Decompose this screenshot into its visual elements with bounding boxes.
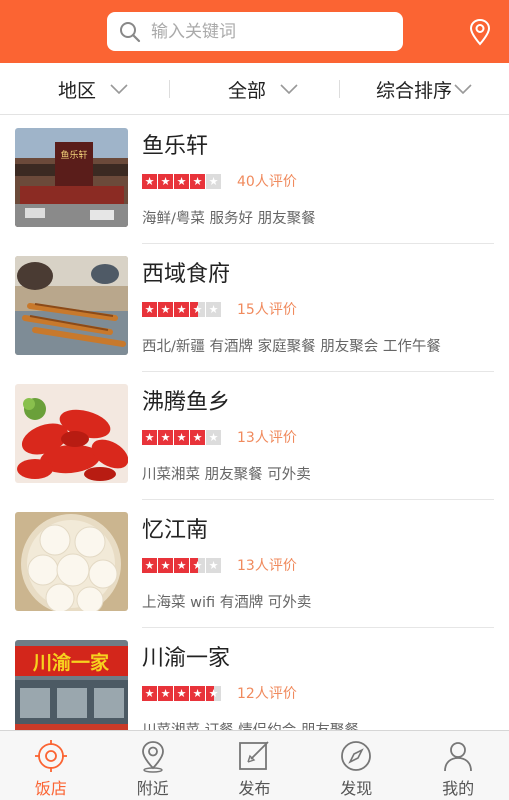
restaurant-tags: 海鲜/粤菜 服务好 朋友聚餐 bbox=[142, 211, 316, 227]
restaurant-tags: 上海菜 wifi 有酒牌 可外卖 bbox=[142, 595, 312, 611]
discover-compass-icon bbox=[341, 741, 372, 771]
filter-bar: 地区 全部 综合排序 bbox=[0, 63, 509, 115]
nav-label: 发现 bbox=[340, 779, 373, 798]
star-icon: ★ bbox=[174, 430, 189, 445]
restaurant-thumbnail: 川渝一家 bbox=[15, 640, 128, 730]
review-count: 12人评价 bbox=[237, 686, 297, 702]
restaurant-item[interactable]: 忆江南 ★ ★ ★ ★ ★ 13人评价 上海菜 wifi 有酒牌 可外卖 bbox=[0, 500, 509, 628]
search-input[interactable] bbox=[151, 12, 391, 51]
star-icon: ★ bbox=[206, 302, 221, 317]
search-icon bbox=[120, 22, 141, 43]
star-rating: ★ ★ ★ ★ ★ bbox=[142, 174, 221, 189]
bottom-nav: 饭店 附近 发布 发现 我的 bbox=[0, 730, 509, 800]
star-icon: ★ bbox=[206, 558, 221, 573]
shop-sign-text: 川渝一家 bbox=[32, 651, 110, 674]
star-icon: ★ bbox=[158, 174, 173, 189]
restaurant-tags: 川菜湘菜 朋友聚餐 可外卖 bbox=[142, 467, 311, 483]
chevron-down-icon bbox=[280, 84, 298, 94]
star-rating: ★ ★ ★ ★ ★ bbox=[142, 686, 221, 701]
divider bbox=[169, 80, 170, 98]
star-rating: ★ ★ ★ ★ ★ bbox=[142, 302, 221, 317]
star-icon: ★ bbox=[158, 302, 173, 317]
restaurant-thumbnail bbox=[15, 384, 128, 483]
filter-sort-label: 综合排序 bbox=[376, 79, 453, 102]
restaurant-item[interactable]: 西域食府 ★ ★ ★ ★ ★ 15人评价 西北/新疆 有酒牌 家庭聚餐 朋友聚会 工作午… bbox=[0, 244, 509, 372]
review-count: 15人评价 bbox=[237, 302, 297, 318]
restaurant-thumbnail bbox=[15, 256, 128, 355]
star-icon: ★ bbox=[190, 174, 205, 189]
star-icon: ★ bbox=[190, 558, 205, 573]
restaurant-name: 鱼乐轩 bbox=[142, 134, 209, 159]
nav-label: 发布 bbox=[238, 779, 271, 798]
review-count: 40人评价 bbox=[237, 174, 297, 190]
star-icon: ★ bbox=[174, 558, 189, 573]
restaurant-item[interactable]: 沸腾鱼乡 ★ ★ ★ ★ ★ 13人评价 川菜湘菜 朋友聚餐 可外卖 bbox=[0, 372, 509, 500]
star-icon: ★ bbox=[158, 686, 173, 701]
star-icon: ★ bbox=[142, 686, 157, 701]
restaurant-thumbnail: 鱼乐轩 bbox=[15, 128, 128, 227]
location-pin-icon[interactable] bbox=[468, 18, 492, 46]
restaurant-item[interactable]: 川渝一家 川渝一家 ★★★★★ 12人评价 川菜湘菜 订餐 情侣约会 朋友聚餐 bbox=[0, 628, 509, 730]
star-icon: ★ bbox=[142, 558, 157, 573]
star-icon: ★ bbox=[206, 174, 221, 189]
star-icon: ★ bbox=[190, 430, 205, 445]
restaurant-tags: 川菜湘菜 订餐 情侣约会 朋友聚餐 bbox=[142, 719, 359, 730]
filter-sort[interactable]: 综合排序 bbox=[376, 63, 472, 115]
star-rating: ★ ★ ★ ★ ★ bbox=[142, 430, 221, 445]
restaurant-item[interactable]: 鱼乐轩 鱼乐轩 ★ ★ ★ ★ ★ 40人评价 海鲜/粤菜 服务好 朋友聚餐 bbox=[0, 116, 509, 244]
star-icon: ★ bbox=[142, 174, 157, 189]
divider bbox=[339, 80, 340, 98]
restaurant-name: 沸腾鱼乡 bbox=[142, 390, 231, 415]
chevron-down-icon bbox=[454, 84, 472, 94]
filter-region[interactable]: 地区 bbox=[58, 63, 128, 115]
nav-label: 附近 bbox=[136, 779, 169, 798]
nav-discover[interactable]: 发现 bbox=[305, 731, 407, 800]
star-icon: ★ bbox=[142, 430, 157, 445]
restaurant-name: 西域食府 bbox=[142, 262, 231, 287]
restaurant-icon bbox=[34, 740, 67, 772]
nav-label: 饭店 bbox=[34, 779, 67, 798]
nav-label: 我的 bbox=[442, 779, 475, 798]
star-icon: ★ bbox=[190, 302, 205, 317]
nav-restaurants[interactable]: 饭店 bbox=[0, 731, 102, 800]
profile-user-icon bbox=[444, 742, 472, 772]
top-header bbox=[0, 0, 509, 63]
star-icon: ★ bbox=[174, 302, 189, 317]
nearby-pin-icon bbox=[141, 741, 164, 773]
restaurant-thumbnail bbox=[15, 512, 128, 611]
restaurant-tags: 西北/新疆 有酒牌 家庭聚餐 朋友聚会 工作午餐 bbox=[142, 339, 441, 355]
review-count: 13人评价 bbox=[237, 430, 297, 446]
search-box[interactable] bbox=[107, 12, 403, 51]
nav-profile[interactable]: 我的 bbox=[407, 731, 509, 800]
star-rating: ★ ★ ★ ★ ★ bbox=[142, 558, 221, 573]
post-edit-icon bbox=[239, 741, 270, 770]
restaurant-name: 忆江南 bbox=[142, 518, 209, 543]
star-icon: ★ bbox=[158, 430, 173, 445]
star-icon: ★ bbox=[174, 686, 189, 701]
filter-category-label: 全部 bbox=[228, 79, 267, 102]
star-icon: ★ bbox=[158, 558, 173, 573]
nav-nearby[interactable]: 附近 bbox=[102, 731, 204, 800]
star-icon: ★ bbox=[190, 686, 205, 701]
nav-post[interactable]: 发布 bbox=[204, 731, 306, 800]
filter-category[interactable]: 全部 bbox=[228, 63, 298, 115]
star-icon: ★ bbox=[142, 302, 157, 317]
chevron-down-icon bbox=[110, 84, 128, 94]
star-icon: ★ bbox=[174, 174, 189, 189]
shop-sign-text: 鱼乐轩 bbox=[60, 149, 87, 161]
star-icon: ★ bbox=[206, 430, 221, 445]
review-count: 13人评价 bbox=[237, 558, 297, 574]
restaurant-list: 鱼乐轩 鱼乐轩 ★ ★ ★ ★ ★ 40人评价 海鲜/粤菜 服务好 朋友聚餐 西… bbox=[0, 116, 509, 730]
restaurant-name: 川渝一家 bbox=[142, 646, 231, 671]
filter-region-label: 地区 bbox=[58, 79, 97, 102]
star-icon: ★ bbox=[206, 686, 221, 701]
